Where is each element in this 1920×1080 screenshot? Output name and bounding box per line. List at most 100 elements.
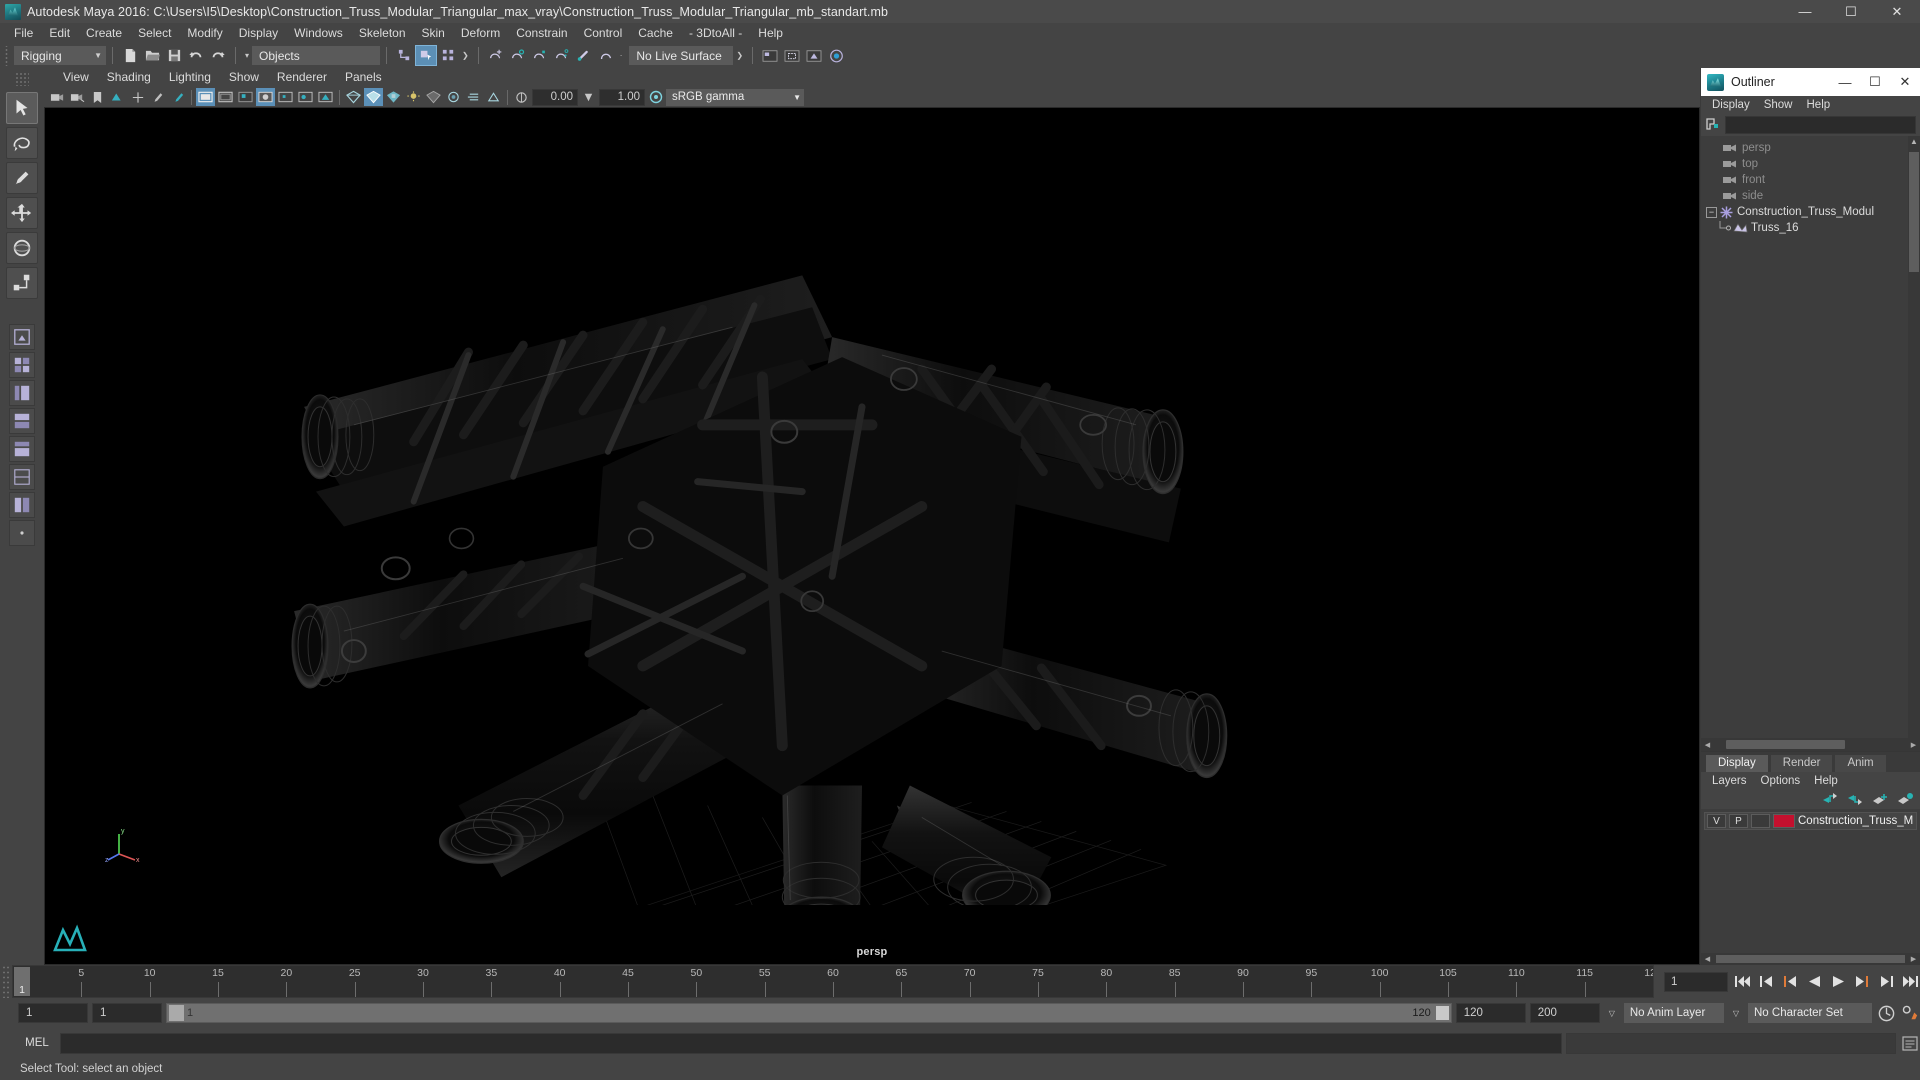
lasso-tool[interactable]: [6, 127, 38, 159]
layer-menu-help[interactable]: Help: [1807, 775, 1845, 787]
move-layer-up-icon[interactable]: [1822, 792, 1839, 806]
toolbox-grip[interactable]: [15, 72, 29, 86]
auto-keyframe-icon[interactable]: [1876, 1003, 1896, 1023]
select-camera-icon[interactable]: [48, 88, 67, 106]
camera-attributes-icon[interactable]: [68, 88, 87, 106]
single-perspective-layout-icon[interactable]: [9, 324, 35, 350]
resolution-gate-icon[interactable]: [196, 88, 215, 106]
scrollbar-thumb[interactable]: [1725, 740, 1846, 749]
color-management-icon[interactable]: [646, 88, 665, 106]
multisample-aa-icon[interactable]: [484, 88, 503, 106]
outliner-item-construction-truss[interactable]: − Construction_Truss_Modul: [1701, 204, 1920, 220]
outliner-item-truss16[interactable]: Truss_16: [1701, 220, 1920, 236]
scroll-left-arrow-icon[interactable]: ◀: [1701, 738, 1714, 751]
scale-tool[interactable]: [6, 267, 38, 299]
open-scene-icon[interactable]: [141, 45, 163, 66]
menu-file[interactable]: File: [6, 24, 41, 42]
step-back-frame-icon[interactable]: [1756, 972, 1776, 992]
motion-blur-icon[interactable]: [464, 88, 483, 106]
timeslider-grip[interactable]: [2, 965, 10, 998]
outliner-menu-display[interactable]: Display: [1705, 98, 1757, 112]
animation-preferences-icon[interactable]: [1900, 1003, 1920, 1023]
go-to-start-icon[interactable]: [1732, 972, 1752, 992]
start-frame-field[interactable]: 1: [92, 1003, 162, 1023]
render-region-icon[interactable]: [781, 45, 803, 66]
layer-list[interactable]: V P Construction_Truss_M: [1701, 809, 1920, 953]
layer-list-scrollbar[interactable]: ◀ ▶: [1701, 953, 1920, 965]
layer-menu-layers[interactable]: Layers: [1705, 775, 1754, 787]
menu-help[interactable]: Help: [750, 24, 791, 42]
maximize-button[interactable]: ☐: [1828, 0, 1874, 23]
outliner-menu-show[interactable]: Show: [1757, 98, 1800, 112]
menu-constrain[interactable]: Constrain: [508, 24, 575, 42]
outliner-menu-help[interactable]: Help: [1800, 98, 1838, 112]
menu-edit[interactable]: Edit: [41, 24, 78, 42]
perspective-viewport[interactable]: y x z persp: [44, 107, 1700, 965]
snap-point-icon[interactable]: [529, 45, 551, 66]
close-button[interactable]: ✕: [1874, 0, 1920, 23]
menu-display[interactable]: Display: [231, 24, 286, 42]
snap-view-plane-icon[interactable]: [595, 45, 617, 66]
two-d-pan-zoom-icon[interactable]: [128, 88, 147, 106]
panel-menu-show[interactable]: Show: [220, 69, 268, 86]
scroll-right-arrow-icon[interactable]: ▶: [1907, 738, 1920, 751]
outliner-horizontal-scrollbar[interactable]: ◀ ▶: [1701, 738, 1920, 751]
outliner-item-persp[interactable]: persp: [1701, 140, 1920, 156]
outliner-item-side[interactable]: side: [1701, 188, 1920, 204]
current-time-indicator[interactable]: 1: [14, 967, 30, 996]
grease-pencil-frames-icon[interactable]: [168, 88, 187, 106]
move-tool[interactable]: [6, 197, 38, 229]
range-left-handle[interactable]: [169, 1005, 184, 1021]
menu-windows[interactable]: Windows: [286, 24, 351, 42]
exposure-input[interactable]: 0.00: [532, 88, 578, 106]
selection-mask-arrow-icon[interactable]: ▾: [242, 51, 252, 60]
save-scene-icon[interactable]: [163, 45, 185, 66]
rotate-tool[interactable]: [6, 232, 38, 264]
outliner-filter-icon[interactable]: [1705, 117, 1721, 133]
select-component-icon[interactable]: [437, 45, 459, 66]
script-editor-icon[interactable]: [1900, 1033, 1920, 1053]
screen-space-ao-icon[interactable]: [444, 88, 463, 106]
render-view-icon[interactable]: [759, 45, 781, 66]
image-plane-icon[interactable]: [108, 88, 127, 106]
scroll-up-arrow-icon[interactable]: ▲: [1909, 137, 1919, 149]
new-layer-icon[interactable]: [1872, 792, 1889, 806]
menu-skin[interactable]: Skin: [414, 24, 453, 42]
step-back-key-icon[interactable]: [1780, 972, 1800, 992]
paint-selection-tool[interactable]: [6, 162, 38, 194]
select-tool[interactable]: [6, 92, 38, 124]
more-layouts-icon[interactable]: [9, 520, 35, 546]
go-to-end-icon[interactable]: [1900, 972, 1920, 992]
isolate-select-icon[interactable]: [276, 88, 295, 106]
live-surface-field[interactable]: No Live Surface: [629, 46, 734, 65]
outliner-vertical-scrollbar[interactable]: ▲: [1908, 136, 1920, 738]
use-all-lights-icon[interactable]: [404, 88, 423, 106]
gate-mask-icon[interactable]: [216, 88, 235, 106]
bookmarks-icon[interactable]: [88, 88, 107, 106]
selection-mask-dropdown[interactable]: Objects: [252, 46, 381, 65]
play-backwards-icon[interactable]: [1804, 972, 1824, 992]
current-frame-field[interactable]: 1: [1664, 971, 1728, 992]
grease-pencil-icon[interactable]: [148, 88, 167, 106]
step-forward-key-icon[interactable]: [1852, 972, 1872, 992]
four-view-layout-icon[interactable]: [9, 352, 35, 378]
outliner-minimize-button[interactable]: —: [1830, 68, 1860, 96]
statusline-grip[interactable]: [4, 45, 11, 66]
render-settings-icon[interactable]: [825, 45, 847, 66]
menu-create[interactable]: Create: [78, 24, 130, 42]
scroll-right-arrow-icon[interactable]: ▶: [1907, 953, 1920, 966]
live-surface-expand-icon[interactable]: ❯: [733, 51, 746, 60]
smooth-shade-textured-icon[interactable]: [384, 88, 403, 106]
select-object-icon[interactable]: [415, 45, 438, 66]
outliner-close-button[interactable]: ✕: [1890, 68, 1920, 96]
layer-row[interactable]: V P Construction_Truss_M: [1704, 812, 1917, 830]
layer-visibility-toggle[interactable]: V: [1707, 814, 1726, 828]
anim-end-field[interactable]: 200: [1529, 1003, 1600, 1023]
undo-icon[interactable]: [185, 45, 207, 66]
layer-playback-toggle[interactable]: P: [1729, 814, 1748, 828]
menuset-dropdown[interactable]: Rigging ▼: [14, 46, 106, 65]
new-scene-icon[interactable]: [119, 45, 141, 66]
minimize-button[interactable]: —: [1782, 0, 1828, 23]
hypershade-persp-layout-icon[interactable]: [9, 436, 35, 462]
character-set-arrow-icon[interactable]: ▽: [1728, 1009, 1744, 1018]
